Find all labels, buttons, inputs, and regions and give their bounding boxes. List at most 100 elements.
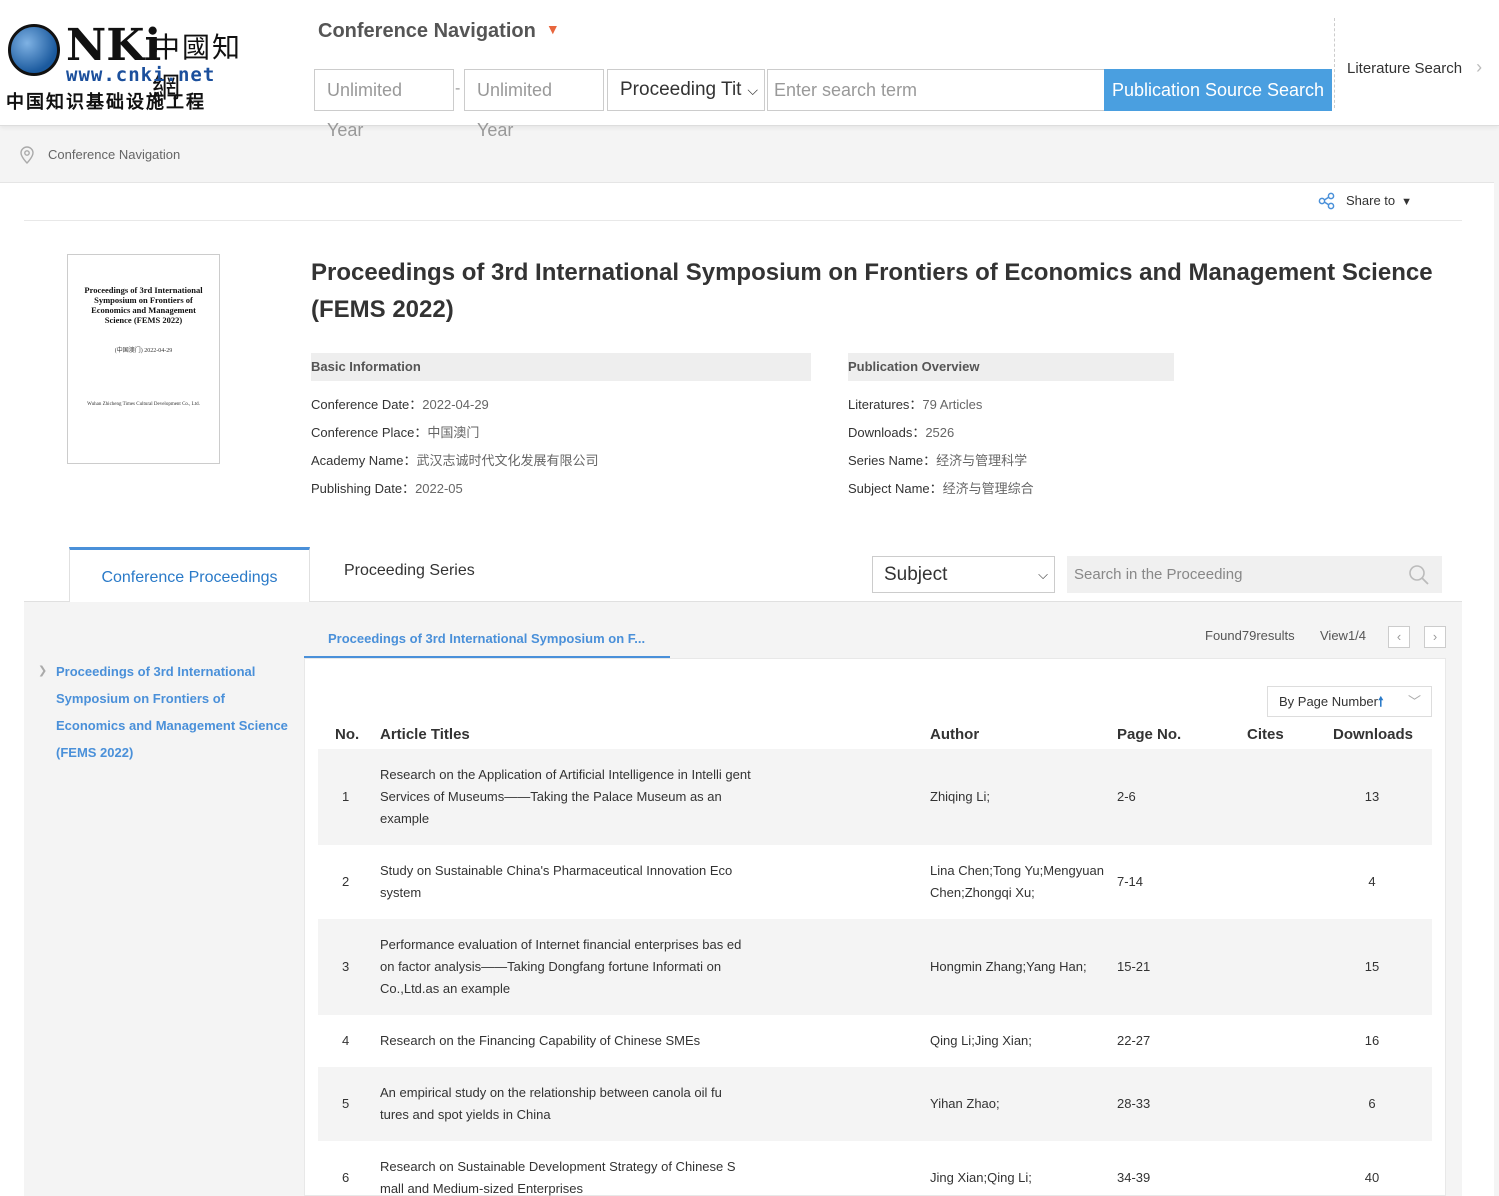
- downloads-value: 13: [1364, 789, 1380, 804]
- chevron-down-icon: ⌵: [1038, 567, 1048, 582]
- tab-conference-proceedings[interactable]: Conference Proceedings: [69, 547, 310, 602]
- globe-icon: [8, 24, 60, 76]
- divider: [24, 220, 1462, 221]
- column-header-no: No.: [335, 726, 360, 743]
- cover-title: Proceedings of 3rd International Symposi…: [84, 285, 203, 325]
- logo-url: www.cnki.net: [66, 64, 216, 86]
- author-link[interactable]: Zhiqing Li;: [930, 786, 990, 808]
- divider: [1334, 18, 1335, 108]
- page-number: 7-14: [1117, 874, 1144, 889]
- conference-navigation-menu[interactable]: Conference Navigation ▼: [318, 20, 560, 43]
- search-field-select[interactable]: Proceeding Tit ⌵: [607, 69, 765, 111]
- article-title-link[interactable]: Performance evaluation of Internet finan…: [380, 934, 752, 1000]
- subject-select-value: Subject: [884, 564, 948, 585]
- page-number: 34-39: [1117, 1170, 1151, 1185]
- downloads-count: Downloads：2526: [848, 425, 955, 440]
- column-header-title: Article Titles: [380, 726, 470, 743]
- page-number: 22-27: [1117, 1033, 1151, 1048]
- table-row: 1 Research on the Application of Artific…: [318, 749, 1432, 845]
- cover-publisher: Wuhan Zhicheng Times Cultural Developmen…: [87, 402, 200, 407]
- triangle-down-icon: ▼: [1401, 196, 1413, 208]
- row-number: 3: [342, 959, 350, 974]
- results-count: Found79results: [1205, 628, 1295, 643]
- conference-date: Conference Date：2022-04-29: [311, 397, 489, 412]
- share-menu[interactable]: Share to ▼: [1318, 192, 1412, 210]
- proceeding-cover[interactable]: Proceedings of 3rd International Symposi…: [67, 254, 220, 464]
- page-number: 2-6: [1117, 789, 1136, 804]
- article-title-link[interactable]: Research on Sustainable Development Stra…: [380, 1156, 752, 1196]
- overview-heading: Publication Overview: [848, 353, 1174, 381]
- row-number: 6: [342, 1170, 350, 1185]
- page-number: 15-21: [1117, 959, 1151, 974]
- sort-label: By Page Number: [1279, 694, 1378, 709]
- row-number: 4: [342, 1033, 350, 1048]
- share-icon: [1318, 192, 1335, 210]
- publishing-date: Publishing Date：2022-05: [311, 481, 463, 496]
- search-input[interactable]: Enter search term: [767, 69, 1105, 111]
- sidebar-item-proceeding[interactable]: Proceedings of 3rd International Symposi…: [56, 658, 296, 766]
- chevron-right-icon: ›: [1476, 57, 1483, 77]
- chevron-right-icon: ❯: [38, 665, 48, 677]
- table-row: 5 An empirical study on the relationship…: [318, 1067, 1432, 1141]
- chevron-down-icon: ⌵: [747, 82, 758, 98]
- publication-source-search-button[interactable]: Publication Source Search: [1104, 69, 1332, 111]
- conference-place: Conference Place：中国澳门: [311, 425, 480, 440]
- literature-search-link[interactable]: Literature Search ›: [1347, 57, 1482, 78]
- article-title-link[interactable]: Research on the Financing Capability of …: [380, 1030, 752, 1052]
- downloads-value: 40: [1364, 1170, 1380, 1185]
- breadcrumb-item[interactable]: Conference Navigation: [48, 147, 180, 162]
- year-from-input[interactable]: Unlimited Year: [314, 69, 454, 140]
- top-bar: NKi 中國知網 www.cnki.net 中国知识基础设施工程 Confere…: [0, 0, 1499, 140]
- article-title-link[interactable]: An empirical study on the relationship b…: [380, 1082, 752, 1126]
- search-field-value: Proceeding Tit: [620, 79, 742, 100]
- cnki-logo[interactable]: NKi 中國知網 www.cnki.net 中国知识基础设施工程: [6, 20, 268, 113]
- author-link[interactable]: Qing Li;Jing Xian;: [930, 1030, 1032, 1052]
- proceeding-search-placeholder: Search in the Proceeding: [1074, 566, 1243, 583]
- row-number: 5: [342, 1096, 350, 1111]
- tab-proceeding-series[interactable]: Proceeding Series: [344, 562, 475, 580]
- search-icon[interactable]: [1408, 564, 1430, 586]
- literature-search-label: Literature Search: [1347, 60, 1463, 77]
- page-indicator: View1/4: [1320, 628, 1367, 643]
- cover-date: (中国澳门) 2022-04-29: [114, 348, 173, 354]
- location-pin-icon: [20, 146, 34, 164]
- column-header-page: Page No.: [1117, 726, 1182, 743]
- downloads-value: 16: [1364, 1033, 1380, 1048]
- proceeding-search-input[interactable]: Search in the Proceeding: [1067, 556, 1442, 593]
- series-name: Series Name：经济与管理科学: [848, 453, 1028, 468]
- author-link[interactable]: Jing Xian;Qing Li;: [930, 1167, 1032, 1189]
- subject-name: Subject Name：经济与管理综合: [848, 481, 1034, 496]
- logo-zh-subtitle: 中国知识基础设施工程: [6, 92, 206, 113]
- row-number: 2: [342, 874, 350, 889]
- author-link[interactable]: Yihan Zhao;: [930, 1093, 1000, 1115]
- chevron-down-icon: ﹀: [1407, 694, 1421, 709]
- column-header-cites[interactable]: Cites: [1247, 726, 1284, 743]
- article-title-link[interactable]: Research on the Application of Artificia…: [380, 764, 752, 830]
- basic-info-heading: Basic Information: [311, 353, 811, 381]
- page-title: Proceedings of 3rd International Symposi…: [311, 259, 1433, 323]
- prev-page-button[interactable]: ‹: [1388, 626, 1410, 648]
- academy-name: Academy Name：武汉志诚时代文化发展有限公司: [311, 453, 599, 468]
- author-link[interactable]: Lina Chen;Tong Yu;Mengyuan Chen;Zhongqi …: [930, 860, 1116, 904]
- article-title-link[interactable]: Study on Sustainable China's Pharmaceuti…: [380, 860, 752, 904]
- column-header-downloads[interactable]: Downloads: [1333, 726, 1413, 743]
- downloads-value: 15: [1364, 959, 1380, 974]
- downloads-value: 4: [1368, 874, 1376, 889]
- triangle-down-icon: ▼: [545, 21, 560, 37]
- table-row: 2 Study on Sustainable China's Pharmaceu…: [318, 845, 1432, 919]
- conference-navigation-label: Conference Navigation: [318, 20, 536, 42]
- breadcrumb: Conference Navigation: [20, 146, 180, 164]
- arrow-up-icon: 🠕: [1378, 694, 1384, 709]
- sort-select[interactable]: By Page Number🠕 ﹀: [1267, 686, 1432, 717]
- year-separator: -: [455, 80, 461, 97]
- tab-proceeding-volume[interactable]: Proceedings of 3rd International Symposi…: [304, 618, 670, 658]
- table-row: 4 Research on the Financing Capability o…: [318, 1015, 1432, 1067]
- table-row: 3 Performance evaluation of Internet fin…: [318, 919, 1432, 1015]
- next-page-button[interactable]: ›: [1424, 626, 1446, 648]
- literatures-count: Literatures：79 Articles: [848, 397, 983, 412]
- downloads-value: 6: [1368, 1096, 1376, 1111]
- table-row: 6 Research on Sustainable Development St…: [318, 1141, 1432, 1196]
- subject-select[interactable]: Subject ⌵: [872, 556, 1055, 593]
- year-to-input[interactable]: Unlimited Year: [464, 69, 604, 140]
- author-link[interactable]: Hongmin Zhang;Yang Han;: [930, 956, 1087, 978]
